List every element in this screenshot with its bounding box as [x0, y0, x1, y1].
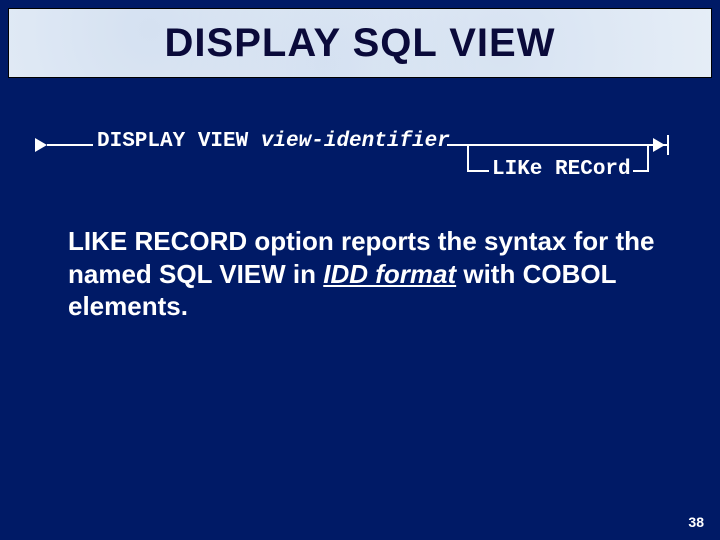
- slide-title: DISPLAY SQL VIEW: [165, 21, 556, 66]
- syntax-main-text: DISPLAY VIEW view-identifier: [97, 130, 450, 153]
- syntax-lead: DISPLAY VIEW: [97, 130, 261, 153]
- title-banner: DISPLAY SQL VIEW: [8, 8, 712, 78]
- rail-segment: [47, 144, 93, 146]
- rail-segment: [467, 170, 489, 172]
- syntax-diagram: DISPLAY VIEW view-identifier LIKe RECord: [35, 125, 685, 195]
- rail-end-arrow-icon: [653, 138, 665, 152]
- rail-option-rise: [647, 144, 649, 172]
- body-idd: IDD format: [323, 259, 456, 289]
- title-banner-inner: DISPLAY SQL VIEW: [9, 9, 711, 77]
- page-number: 38: [688, 514, 704, 530]
- rail-start-icon: [35, 138, 47, 152]
- body-paragraph: LIKE RECORD option reports the syntax fo…: [68, 225, 665, 323]
- rail-segment: [447, 144, 667, 146]
- rail-end-cap: [667, 135, 669, 155]
- syntax-identifier: view-identifier: [261, 130, 450, 153]
- slide-container: DISPLAY SQL VIEW DISPLAY VIEW view-ident…: [0, 0, 720, 540]
- rail-option-drop: [467, 144, 469, 172]
- syntax-option-text: LIKe RECord: [492, 158, 631, 181]
